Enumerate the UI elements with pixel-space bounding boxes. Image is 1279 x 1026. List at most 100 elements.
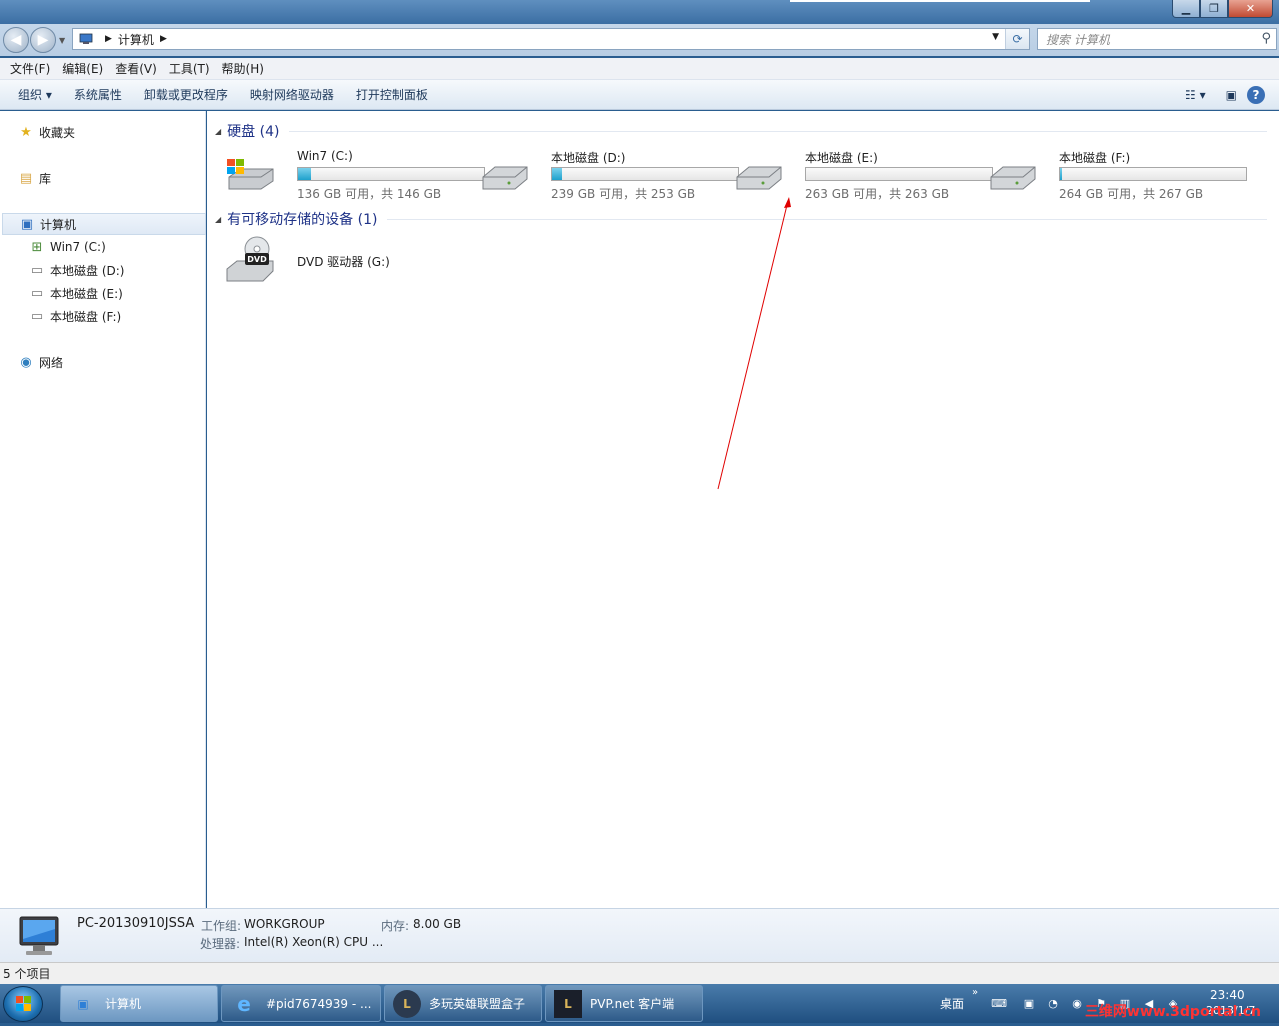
taskbar-pvpnet-label: PVP.net 客户端 bbox=[590, 997, 675, 1011]
menu-help[interactable]: 帮助(H) bbox=[216, 60, 270, 77]
address-bar[interactable]: ▶ 计算机 ▶ ▼ ⟳ bbox=[72, 28, 1030, 50]
uninstall-program-button[interactable]: 卸载或更改程序 bbox=[136, 86, 236, 103]
nav-drive-c-label: Win7 (C:) bbox=[50, 240, 106, 254]
drive-f-info: 264 GB 可用，共 267 GB bbox=[1059, 187, 1204, 201]
drive-d-info: 239 GB 可用，共 253 GB bbox=[551, 187, 696, 201]
nav-drive-c[interactable]: ⊞ Win7 (C:) bbox=[29, 236, 106, 258]
computer-icon bbox=[79, 33, 93, 44]
change-view-icon[interactable]: ☷ ▾ bbox=[1185, 88, 1206, 102]
dvd-drive-name: DVD 驱动器 (G:) bbox=[297, 255, 390, 269]
nav-computer[interactable]: ▣ 计算机 bbox=[2, 213, 206, 235]
keyboard-icon[interactable]: ⌨ bbox=[991, 996, 1007, 1010]
hard-drive-icon: ▭ bbox=[30, 308, 44, 324]
star-icon: ★ bbox=[20, 124, 32, 140]
tray-app-icon[interactable]: ◉ bbox=[1070, 996, 1084, 1010]
nav-drive-f[interactable]: ▭ 本地磁盘 (F:) bbox=[29, 305, 121, 327]
hard-drive-icon bbox=[482, 166, 528, 190]
taskbar-ie[interactable]: e #pid7674939 - ... bbox=[221, 985, 381, 1022]
titlebar-highlight bbox=[790, 0, 1090, 2]
nav-drive-d[interactable]: ▭ 本地磁盘 (D:) bbox=[29, 259, 125, 281]
computer-icon: ▣ bbox=[77, 996, 89, 1011]
refresh-button[interactable]: ⟳ bbox=[1005, 29, 1029, 49]
workgroup-label: 工作组: bbox=[201, 919, 242, 933]
drive-d-usage-bar bbox=[551, 167, 739, 181]
nav-drive-d-label: 本地磁盘 (D:) bbox=[50, 263, 125, 278]
collapse-icon[interactable]: ◢ bbox=[215, 127, 221, 136]
preview-pane-icon[interactable]: ▣ bbox=[1226, 88, 1237, 102]
drive-f-usage-fill bbox=[1060, 168, 1063, 180]
tray-app-icon[interactable]: ◔ bbox=[1046, 996, 1060, 1010]
dvd-drive-icon: DVD bbox=[226, 236, 274, 282]
nav-libraries[interactable]: ▤ 库 bbox=[18, 167, 51, 189]
taskbar: ▣ 计算机 e #pid7674939 - ... L 多玩英雄联盟盒子 L P… bbox=[0, 984, 1279, 1023]
menu-tools[interactable]: 工具(T) bbox=[163, 60, 216, 77]
drive-d-name: 本地磁盘 (D:) bbox=[551, 151, 626, 165]
chevron-right-icon: ▶ bbox=[105, 34, 112, 44]
breadcrumb-computer[interactable]: 计算机 bbox=[118, 31, 154, 48]
league-icon: L bbox=[554, 989, 582, 1018]
windows-drive-icon bbox=[227, 159, 274, 190]
hard-drive-icon bbox=[736, 166, 782, 190]
menu-edit[interactable]: 编辑(E) bbox=[56, 60, 109, 77]
desktop-toolbar[interactable]: 桌面 bbox=[940, 995, 964, 1012]
drive-e-name: 本地磁盘 (E:) bbox=[805, 151, 878, 165]
forward-button[interactable]: ▶ bbox=[30, 27, 56, 53]
network-icon: ◉ bbox=[20, 354, 32, 370]
maximize-button[interactable]: ❐ bbox=[1200, 0, 1228, 18]
drive-d[interactable]: 本地磁盘 (D:) 239 GB 可用，共 253 GB bbox=[479, 147, 739, 201]
item-count: 5 个项目 bbox=[3, 967, 51, 981]
minimize-button[interactable]: ▁ bbox=[1172, 0, 1200, 18]
cpu-label: 处理器: bbox=[200, 937, 241, 951]
system-properties-button[interactable]: 系统属性 bbox=[66, 86, 130, 103]
start-button[interactable] bbox=[3, 986, 43, 1022]
collapse-icon[interactable]: ◢ bbox=[215, 215, 221, 224]
taskbar-computer[interactable]: ▣ 计算机 bbox=[60, 985, 218, 1022]
drive-c[interactable]: Win7 (C:) 136 GB 可用，共 146 GB bbox=[225, 147, 485, 201]
menu-view[interactable]: 查看(V) bbox=[109, 60, 163, 77]
back-button[interactable]: ◀ bbox=[3, 27, 29, 53]
recent-pages-dropdown[interactable]: ▼ bbox=[59, 36, 65, 45]
view-controls: ☷ ▾ ▣ ? bbox=[1175, 80, 1279, 110]
taskbar-ie-label: #pid7674939 - ... bbox=[266, 996, 372, 1011]
clock-time[interactable]: 23:40 bbox=[1210, 988, 1245, 1002]
watermark: 三维网www.3dportal.cn bbox=[1084, 1004, 1261, 1020]
nav-favorites[interactable]: ★ 收藏夹 bbox=[18, 121, 75, 143]
chevron-down-icon[interactable]: ▼ bbox=[992, 32, 999, 42]
chevron-right-icon[interactable]: ▶ bbox=[160, 34, 167, 44]
windows-logo-icon bbox=[16, 996, 31, 1011]
content-pane: ◢ 硬盘 (4) Win7 (C:) 136 GB 可用，共 146 GB 本地… bbox=[207, 111, 1279, 908]
window-titlebar[interactable]: ▁ ❐ ✕ bbox=[0, 0, 1279, 24]
close-button[interactable]: ✕ bbox=[1228, 0, 1273, 18]
search-icon[interactable]: ⚲ bbox=[1261, 31, 1271, 46]
drive-f[interactable]: 本地磁盘 (F:) 264 GB 可用，共 267 GB bbox=[987, 147, 1247, 201]
annotation-arrow bbox=[717, 197, 791, 490]
lol-box-icon: L bbox=[393, 989, 421, 1018]
group-removable-label: 有可移动存储的设备 (1) bbox=[227, 212, 378, 228]
nav-drive-e[interactable]: ▭ 本地磁盘 (E:) bbox=[29, 282, 123, 304]
navigation-pane: ★ 收藏夹 ▤ 库 ▣ 计算机 ⊞ Win7 (C:) ▭ 本地磁盘 (D:) … bbox=[0, 111, 206, 908]
organize-button[interactable]: 组织 ▾ bbox=[10, 86, 60, 103]
search-input[interactable]: 搜索 计算机 ⚲ bbox=[1037, 28, 1277, 50]
taskbar-duowan-label: 多玩英雄联盟盒子 bbox=[429, 997, 526, 1011]
drive-f-usage-bar bbox=[1059, 167, 1247, 181]
workgroup-value: WORKGROUP bbox=[244, 917, 325, 931]
open-control-panel-button[interactable]: 打开控制面板 bbox=[348, 86, 436, 103]
refresh-icon: ⟳ bbox=[1012, 32, 1023, 46]
tray-app-icon[interactable]: ▣ bbox=[1022, 996, 1036, 1010]
status-bar: 5 个项目 bbox=[0, 962, 1279, 984]
help-icon[interactable]: ? bbox=[1247, 86, 1265, 104]
nav-network[interactable]: ◉ 网络 bbox=[18, 351, 63, 373]
map-network-drive-button[interactable]: 映射网络驱动器 bbox=[242, 86, 342, 103]
chevron-double-right-icon[interactable]: » bbox=[972, 987, 978, 998]
dvd-drive[interactable]: DVD DVD 驱动器 (G:) bbox=[225, 235, 479, 283]
taskbar-duowan[interactable]: L 多玩英雄联盟盒子 bbox=[384, 985, 542, 1022]
menu-file[interactable]: 文件(F) bbox=[4, 60, 56, 77]
drive-f-name: 本地磁盘 (F:) bbox=[1059, 151, 1131, 165]
nav-computer-label: 计算机 bbox=[40, 217, 77, 232]
group-header-hard-disks[interactable]: ◢ 硬盘 (4) bbox=[207, 121, 1267, 141]
arrow-right-icon: ▶ bbox=[37, 32, 49, 48]
group-header-removable[interactable]: ◢ 有可移动存储的设备 (1) bbox=[207, 209, 1267, 229]
taskbar-pvpnet[interactable]: L PVP.net 客户端 bbox=[545, 985, 703, 1022]
drive-c-usage-bar bbox=[297, 167, 485, 181]
drive-e[interactable]: 本地磁盘 (E:) 263 GB 可用，共 263 GB bbox=[733, 147, 993, 201]
